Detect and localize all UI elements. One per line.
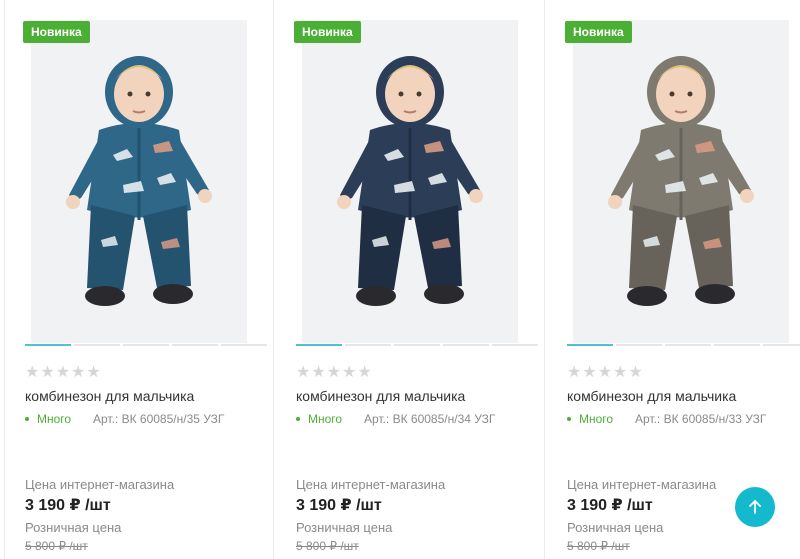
price-label: Цена интернет-магазина (567, 477, 717, 492)
slider-dot[interactable] (492, 344, 538, 346)
slider-dot[interactable] (221, 344, 267, 346)
slider-dot[interactable] (345, 344, 391, 346)
stock-status: Много (296, 412, 342, 426)
product-image[interactable] (31, 20, 247, 343)
product-photo (31, 20, 247, 343)
new-badge: Новинка (23, 21, 90, 43)
retail-price-label: Розничная цена (567, 520, 664, 535)
stock-label: Много (308, 412, 343, 426)
rating-stars[interactable]: ★★★★★ (296, 362, 373, 382)
stock-dot-icon (567, 417, 571, 421)
rating-stars[interactable]: ★★★★★ (25, 362, 102, 382)
slider-dot[interactable] (296, 344, 342, 346)
old-price: 5 800 ₽ /шт (296, 539, 359, 553)
stock-label: Много (37, 412, 72, 426)
retail-price-label: Розничная цена (25, 520, 122, 535)
image-slider-indicator[interactable] (296, 344, 538, 347)
retail-price-label: Розничная цена (296, 520, 393, 535)
column-divider (4, 0, 5, 559)
slider-dot[interactable] (394, 344, 440, 346)
price: 3 190 ₽ /шт (567, 497, 653, 514)
product-photo (573, 20, 789, 343)
article-number: Арт.: ВК 60085/н/33 УЗГ (635, 412, 767, 426)
product-title[interactable]: комбинезон для мальчика (25, 388, 194, 404)
slider-dot[interactable] (123, 344, 169, 346)
product-title[interactable]: комбинезон для мальчика (567, 388, 736, 404)
slider-dot[interactable] (25, 344, 71, 346)
slider-dot[interactable] (443, 344, 489, 346)
slider-dot[interactable] (567, 344, 613, 346)
price: 3 190 ₽ /шт (25, 497, 111, 514)
stock-label: Много (579, 412, 614, 426)
product-photo (302, 20, 518, 343)
slider-dot[interactable] (172, 344, 218, 346)
price-label: Цена интернет-магазина (25, 477, 175, 492)
old-price: 5 800 ₽ /шт (567, 539, 630, 553)
article-number: Арт.: ВК 60085/н/35 УЗГ (93, 412, 225, 426)
stock-dot-icon (296, 417, 300, 421)
slider-dot[interactable] (665, 344, 711, 346)
arrow-up-icon (749, 500, 761, 514)
slider-dot[interactable] (714, 344, 760, 346)
image-slider-indicator[interactable] (567, 344, 800, 347)
scroll-to-top-button[interactable] (735, 487, 775, 527)
slider-dot[interactable] (74, 344, 120, 346)
old-price: 5 800 ₽ /шт (25, 539, 88, 553)
rating-stars[interactable]: ★★★★★ (567, 362, 644, 382)
product-title[interactable]: комбинезон для мальчика (296, 388, 465, 404)
price-label: Цена интернет-магазина (296, 477, 446, 492)
stock-status: Много (567, 412, 613, 426)
price: 3 190 ₽ /шт (296, 497, 382, 514)
product-card[interactable]: Новинка ★★★★★ комбинезон для мальчика Мн… (294, 0, 548, 559)
slider-dot[interactable] (763, 344, 800, 346)
product-card[interactable]: Новинка ★★★★★ комбинезон для мальчика Мн… (565, 0, 800, 559)
article-number: Арт.: ВК 60085/н/34 УЗГ (364, 412, 496, 426)
product-image[interactable] (302, 20, 518, 343)
product-image[interactable] (573, 20, 789, 343)
new-badge: Новинка (565, 21, 632, 43)
stock-dot-icon (25, 417, 29, 421)
slider-dot[interactable] (616, 344, 662, 346)
product-card[interactable]: Новинка ★★★★★ комбинезон для мальчика Мн… (23, 0, 277, 559)
stock-status: Много (25, 412, 71, 426)
new-badge: Новинка (294, 21, 361, 43)
image-slider-indicator[interactable] (25, 344, 267, 347)
